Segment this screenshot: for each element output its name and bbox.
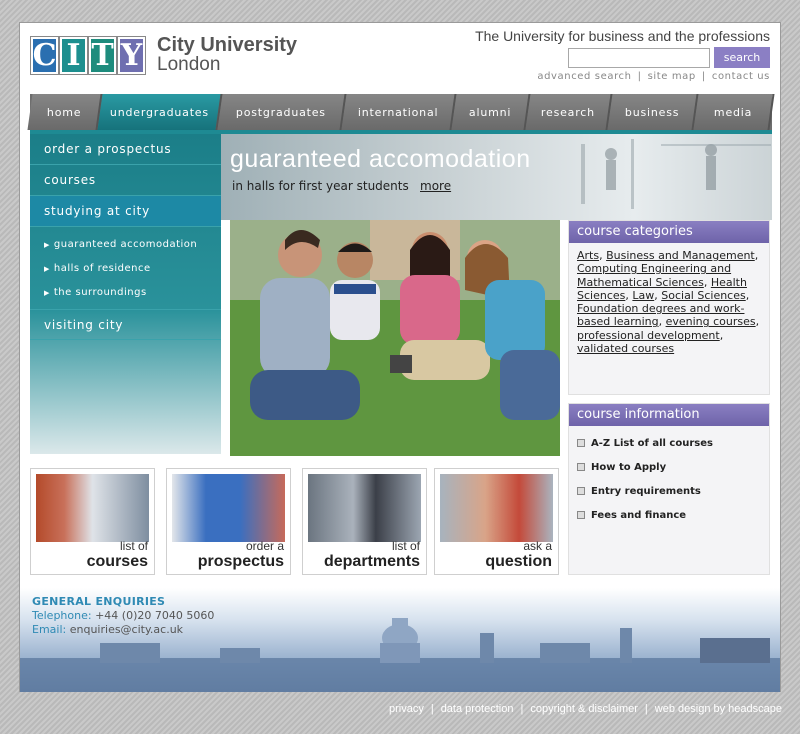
departments-thumbnail-image	[308, 474, 421, 542]
hero-banner: guaranteed accomodation in halls for fir…	[221, 134, 772, 220]
separator: |	[520, 703, 524, 715]
sidebar-item-studying-at-city[interactable]: studying at city	[30, 196, 221, 227]
triangle-right-icon: ▶	[44, 241, 50, 249]
logo-text: City University London	[157, 34, 298, 75]
course-categories-panel: course categories Arts, Business and Man…	[568, 220, 770, 395]
page-container: C I T Y City University London The Unive…	[19, 22, 781, 692]
thumb-big-label: departments	[323, 553, 420, 570]
nav-international[interactable]: international	[341, 94, 457, 130]
advanced-search-link[interactable]: advanced search	[537, 71, 631, 82]
contact-us-link[interactable]: contact us	[712, 71, 770, 82]
nav-postgraduates[interactable]: postgraduates	[217, 94, 347, 130]
enquiries-heading: GENERAL ENQUIRIES	[32, 595, 166, 608]
sidebar-item-order-prospectus[interactable]: order a prospectus	[30, 134, 221, 165]
logo-letter-y: Y	[118, 37, 145, 74]
thumb-order-prospectus[interactable]: order a prospectus	[166, 468, 291, 575]
category-link-computing[interactable]: Computing Engineering and Mathematical S…	[577, 262, 731, 288]
general-enquiries: GENERAL ENQUIRIES Telephone: +44 (0)20 7…	[32, 595, 214, 637]
checkbox-icon	[577, 487, 585, 495]
footer-data-protection-link[interactable]: data protection	[441, 703, 514, 715]
hero-more-link[interactable]: more	[420, 179, 451, 193]
sidebar: order a prospectus courses studying at c…	[30, 134, 221, 454]
triangle-right-icon: ▶	[44, 289, 50, 297]
footer-copyright-link[interactable]: copyright & disclaimer	[530, 703, 638, 715]
students-photo	[230, 220, 560, 456]
sidebar-submenu: ▶ guaranteed accomodation ▶ halls of resid…	[30, 227, 221, 309]
thumb-big-label: question	[485, 553, 552, 570]
info-item-how-to-apply[interactable]: How to Apply	[569, 456, 769, 480]
category-link-professional[interactable]: professional development	[577, 329, 720, 342]
checkbox-icon	[577, 439, 585, 447]
sidebar-subitem-the-surroundings[interactable]: ▶ the surroundings	[30, 281, 221, 305]
course-categories-heading: course categories	[569, 221, 769, 243]
separator: |	[644, 703, 648, 715]
sidebar-subitem-guaranteed-accomodation[interactable]: ▶ guaranteed accomodation	[30, 233, 221, 257]
nav-alumni[interactable]: alumni	[451, 94, 531, 130]
sidebar-subitem-halls-of-residence[interactable]: ▶ halls of residence	[30, 257, 221, 281]
thumb-small-label: list of	[391, 539, 420, 553]
logo-letter-t: T	[89, 37, 116, 74]
footer-privacy-link[interactable]: privacy	[389, 703, 424, 715]
thumb-small-label: order a	[245, 539, 284, 553]
thumb-small-label: ask a	[523, 539, 552, 553]
footer-links: privacy | data protection | copyright & disc…	[389, 703, 782, 715]
category-link-validated[interactable]: validated courses	[577, 342, 674, 355]
category-link-arts[interactable]: Arts	[577, 249, 599, 262]
search-input[interactable]	[568, 48, 710, 68]
logo-line-2: London	[157, 54, 221, 75]
sidebar-item-courses[interactable]: courses	[30, 165, 221, 196]
footer-web-design-link[interactable]: web design by headscape	[655, 703, 782, 715]
info-item-entry-requirements[interactable]: Entry requirements	[569, 480, 769, 504]
course-information-list: A-Z List of all courses How to Apply Ent…	[569, 426, 769, 528]
tagline: The University for business and the prof…	[475, 28, 770, 44]
nav-media[interactable]: media	[693, 94, 775, 130]
main-nav: home undergraduates postgraduates intern…	[27, 94, 775, 130]
email-label: Email:	[32, 623, 67, 636]
thumb-ask-a-question[interactable]: ask a question	[434, 468, 559, 575]
search-button[interactable]: search	[714, 47, 770, 68]
thumb-big-label: courses	[86, 553, 148, 570]
thumb-small-label: list of	[119, 539, 148, 553]
category-link-business[interactable]: Business and Management	[606, 249, 755, 262]
course-categories-list: Arts, Business and Management, Computing…	[577, 249, 760, 356]
telephone-label: Telephone:	[32, 609, 92, 622]
students-photo-illustration	[230, 220, 560, 456]
hero-title: guaranteed accomodation	[230, 145, 531, 173]
thumb-list-of-courses[interactable]: list of courses	[30, 468, 155, 575]
logo-letter-c: C	[31, 37, 58, 74]
question-thumbnail-image	[440, 474, 553, 542]
site-map-link[interactable]: site map	[648, 71, 696, 82]
category-link-law[interactable]: Law	[632, 289, 654, 302]
separator: |	[701, 71, 706, 82]
course-information-panel: course information A-Z List of all cours…	[568, 403, 770, 575]
logo-line-1: City University	[157, 34, 298, 56]
checkbox-icon	[577, 511, 585, 519]
telephone-value: +44 (0)20 7040 5060	[95, 609, 215, 622]
sidebar-item-visiting-city[interactable]: visiting city	[30, 309, 221, 340]
category-link-evening[interactable]: evening courses	[666, 315, 756, 328]
logo-letter-i: I	[60, 37, 87, 74]
thumb-list-of-departments[interactable]: list of departments	[302, 468, 427, 575]
thumb-big-label: prospectus	[197, 553, 284, 570]
info-item-fees[interactable]: Fees and finance	[569, 504, 769, 528]
hero-subtitle: in halls for first year students	[232, 179, 409, 193]
category-link-social[interactable]: Social Sciences	[661, 289, 745, 302]
separator: |	[430, 703, 434, 715]
checkbox-icon	[577, 463, 585, 471]
courses-thumbnail-image	[36, 474, 149, 542]
separator: |	[637, 71, 642, 82]
utility-links: advanced search | site map | contact us	[537, 71, 770, 82]
info-item-a-z-list[interactable]: A-Z List of all courses	[569, 432, 769, 456]
nav-research[interactable]: research	[525, 94, 613, 130]
prospectus-thumbnail-image	[172, 474, 285, 542]
triangle-right-icon: ▶	[44, 265, 50, 273]
course-information-heading: course information	[569, 404, 769, 426]
nav-business[interactable]: business	[607, 94, 699, 130]
city-logo[interactable]: C I T Y	[31, 37, 147, 74]
nav-home[interactable]: home	[27, 94, 103, 130]
email-link[interactable]: enquiries@city.ac.uk	[70, 623, 183, 636]
nav-undergraduates[interactable]: undergraduates	[97, 94, 223, 130]
